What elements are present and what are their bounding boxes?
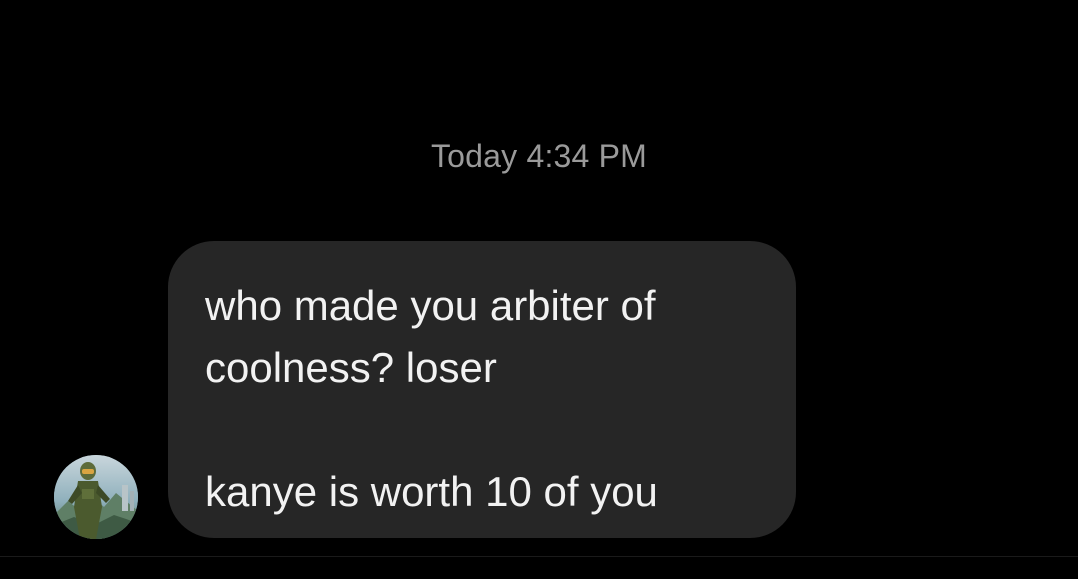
message-bubble[interactable]: who made you arbiter of coolness? loser …	[168, 241, 796, 538]
message-line-1: who made you arbiter of	[205, 282, 656, 329]
avatar-icon	[54, 455, 138, 539]
message-line-2: coolness? loser	[205, 344, 497, 391]
message-timestamp: Today 4:34 PM	[430, 138, 648, 174]
composer-divider	[0, 556, 1078, 557]
chat-thread: Today 4:34 PM who made you arbiter of co…	[0, 0, 1078, 579]
message-line-4: kanye is worth 10 of you	[205, 468, 658, 515]
sender-avatar[interactable]	[54, 455, 138, 539]
